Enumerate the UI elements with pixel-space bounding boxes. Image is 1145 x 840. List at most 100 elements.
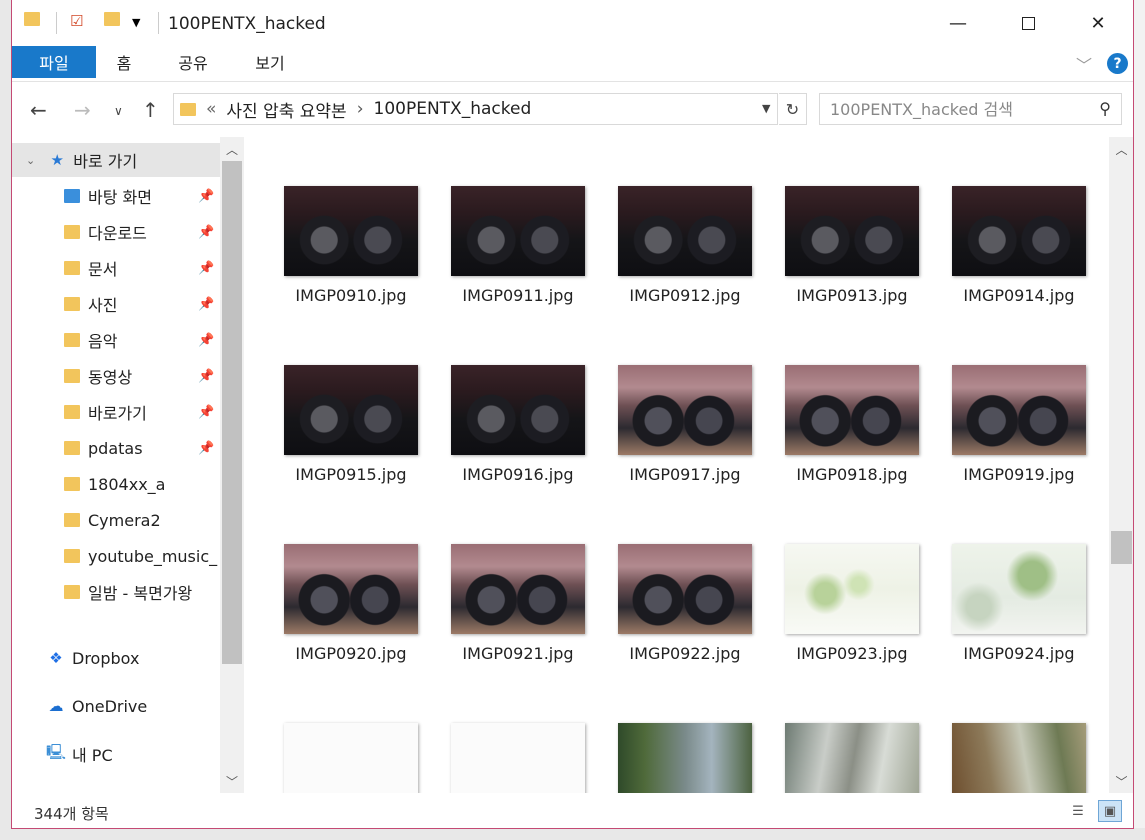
image-thumbnail xyxy=(451,186,585,276)
title-divider xyxy=(158,12,159,34)
file-item[interactable] xyxy=(284,723,418,793)
sidebar-item-dropbox[interactable]: ❖ Dropbox xyxy=(12,641,220,675)
folder-icon xyxy=(62,403,82,421)
scroll-up-icon[interactable]: ︿ xyxy=(220,139,244,159)
pin-icon[interactable]: 📌 xyxy=(198,441,214,456)
file-item[interactable]: IMGP0920.jpg xyxy=(284,544,418,663)
file-item[interactable]: IMGP0924.jpg xyxy=(952,544,1086,663)
tab-home[interactable]: 홈 xyxy=(96,46,152,78)
sidebar-item-downloads[interactable]: 다운로드 📌 xyxy=(12,215,220,249)
maximize-button[interactable] xyxy=(993,0,1063,46)
sidebar-item-onedrive[interactable]: ☁ OneDrive xyxy=(12,689,220,723)
file-item[interactable]: IMGP0916.jpg xyxy=(451,365,585,484)
pin-icon[interactable]: 📌 xyxy=(198,297,214,312)
image-thumbnail xyxy=(451,544,585,634)
sidebar-item-pictures[interactable]: 사진 📌 xyxy=(12,287,220,321)
customize-quick-access-icon[interactable]: ▼ xyxy=(132,16,140,29)
sidebar-item-documents[interactable]: 문서 📌 xyxy=(12,251,220,285)
content-scrollbar-thumb[interactable] xyxy=(1111,531,1132,564)
sidebar-item-youtube-music[interactable]: youtube_music_ xyxy=(12,539,220,573)
file-item[interactable]: IMGP0919.jpg xyxy=(952,365,1086,484)
breadcrumb-item[interactable]: 사진 압축 요약본 xyxy=(226,97,346,122)
file-item[interactable]: IMGP0911.jpg xyxy=(451,186,585,305)
folder-icon xyxy=(24,12,40,30)
file-item[interactable] xyxy=(952,723,1086,793)
recent-locations-chevron-icon[interactable]: ∨ xyxy=(114,104,123,118)
file-item[interactable]: IMGP0913.jpg xyxy=(785,186,919,305)
breadcrumb-separator[interactable]: › xyxy=(357,99,364,119)
large-icons-view-icon[interactable]: ▣ xyxy=(1098,800,1122,822)
file-name: IMGP0919.jpg xyxy=(963,465,1075,484)
computer-icon: 🖳 xyxy=(46,742,67,761)
pin-icon[interactable]: 📌 xyxy=(198,333,214,348)
file-item[interactable]: IMGP0915.jpg xyxy=(284,365,418,484)
refresh-button[interactable]: ↻ xyxy=(779,93,807,125)
star-icon: ★ xyxy=(50,151,64,169)
sidebar-item-pdatas[interactable]: pdatas 📌 xyxy=(12,431,220,465)
scroll-up-icon[interactable]: ︿ xyxy=(1109,139,1133,159)
pin-icon[interactable]: 📌 xyxy=(198,261,214,276)
tab-file[interactable]: 파일 xyxy=(12,46,96,78)
file-view: IMGP0910.jpg IMGP0911.jpg IMGP0912.jpg IMGP… xyxy=(248,137,1133,793)
expand-ribbon-icon[interactable]: ﹀ xyxy=(1076,52,1092,76)
sidebar-item-1804xx-a[interactable]: 1804xx_a xyxy=(12,467,220,501)
sidebar-item-videos[interactable]: 동영상 📌 xyxy=(12,359,220,393)
close-icon: ✕ xyxy=(1090,12,1106,34)
breadcrumb-overflow[interactable]: « xyxy=(206,99,216,119)
file-item[interactable] xyxy=(618,723,752,793)
image-thumbnail xyxy=(785,186,919,276)
scroll-down-icon[interactable]: ﹀ xyxy=(1109,771,1133,791)
file-name: IMGP0922.jpg xyxy=(629,644,741,663)
image-thumbnail xyxy=(451,365,585,455)
search-input[interactable] xyxy=(830,99,1080,119)
item-count: 344개 항목 xyxy=(34,805,109,823)
file-item[interactable] xyxy=(785,723,919,793)
minimize-button[interactable]: — xyxy=(923,0,993,46)
pin-icon[interactable]: 📌 xyxy=(198,225,214,240)
pin-icon[interactable]: 📌 xyxy=(198,405,214,420)
tab-share[interactable]: 공유 xyxy=(162,46,224,78)
scroll-down-icon[interactable]: ﹀ xyxy=(220,771,244,791)
file-item[interactable]: IMGP0922.jpg xyxy=(618,544,752,663)
address-bar[interactable]: « 사진 압축 요약본 › 100PENTX_hacked xyxy=(173,93,778,125)
quick-access[interactable]: ⌄ ★ 바로 가기 xyxy=(12,143,220,177)
image-thumbnail xyxy=(618,723,752,793)
details-view-icon[interactable]: ☰ xyxy=(1066,800,1090,822)
new-folder-icon[interactable] xyxy=(104,12,120,30)
file-item[interactable]: IMGP0921.jpg xyxy=(451,544,585,663)
sidebar-item-label: Cymera2 xyxy=(88,510,161,530)
file-item[interactable]: IMGP0914.jpg xyxy=(952,186,1086,305)
file-item[interactable]: IMGP0910.jpg xyxy=(284,186,418,305)
sidebar-item-ilbam[interactable]: 일밤 - 복면가왕 xyxy=(12,575,220,609)
folder-icon xyxy=(180,102,196,116)
properties-checkbox-icon[interactable]: ☑ xyxy=(70,12,83,30)
search-box[interactable]: ⚲ xyxy=(819,93,1122,125)
sidebar-item-cymera2[interactable]: Cymera2 xyxy=(12,503,220,537)
sidebar-item-desktop[interactable]: 바탕 화면 📌 xyxy=(12,179,220,213)
file-item[interactable]: IMGP0917.jpg xyxy=(618,365,752,484)
collapse-chevron-icon[interactable]: ⌄ xyxy=(26,154,35,167)
tab-view[interactable]: 보기 xyxy=(238,46,302,78)
file-name: IMGP0912.jpg xyxy=(629,286,741,305)
up-arrow-icon[interactable]: ↑ xyxy=(142,98,159,122)
sidebar-item-music[interactable]: 음악 📌 xyxy=(12,323,220,357)
sidebar-scrollbar-thumb[interactable] xyxy=(222,161,242,664)
file-item[interactable] xyxy=(451,723,585,793)
forward-arrow-icon[interactable]: → xyxy=(74,98,91,122)
pin-icon[interactable]: 📌 xyxy=(198,189,214,204)
back-arrow-icon[interactable]: ← xyxy=(30,98,47,122)
image-thumbnail xyxy=(785,723,919,793)
close-button[interactable]: ✕ xyxy=(1063,0,1133,46)
sidebar-item-this-pc[interactable]: 🖳 내 PC xyxy=(12,737,220,771)
breadcrumb-item[interactable]: 100PENTX_hacked xyxy=(374,99,532,119)
sidebar-item-shortcuts[interactable]: 바로가기 📌 xyxy=(12,395,220,429)
help-button[interactable]: ? xyxy=(1107,53,1128,74)
title-bar: ☑ ▼ 100PENTX_hacked — ✕ xyxy=(12,0,1133,46)
file-item[interactable]: IMGP0923.jpg xyxy=(785,544,919,663)
title-divider xyxy=(56,12,57,34)
file-item[interactable]: IMGP0912.jpg xyxy=(618,186,752,305)
pin-icon[interactable]: 📌 xyxy=(198,369,214,384)
content-scrollbar[interactable] xyxy=(1109,137,1133,793)
file-item[interactable]: IMGP0918.jpg xyxy=(785,365,919,484)
address-dropdown-icon[interactable]: ▼ xyxy=(762,102,770,115)
